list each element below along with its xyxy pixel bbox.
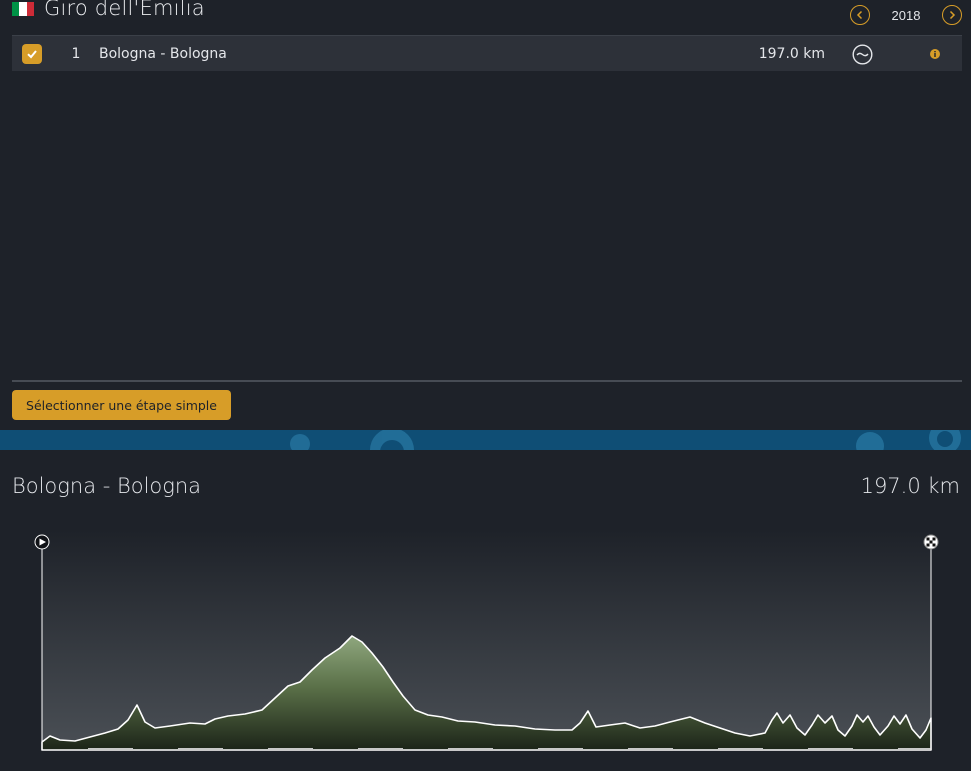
flag-white: [19, 2, 27, 16]
chevron-right-icon: [949, 10, 956, 20]
profile-title: Bologna - Bologna: [12, 474, 202, 498]
stage-distance: 197.0 km: [758, 45, 825, 62]
profile-distance: 197.0 km: [860, 474, 960, 498]
stage-list-panel: Giro dell'Emilia 2018 1 Bologna - Bologn…: [0, 0, 971, 430]
stage-row[interactable]: 1 Bologna - Bologna 197.0 km: [12, 35, 962, 71]
stage-profile-panel: Bologna - Bologna 197.0 km: [0, 450, 971, 771]
year-navigation: 2018: [850, 5, 962, 25]
banner-pattern: [290, 430, 961, 450]
profile-background: [42, 530, 931, 750]
decorative-banner: [0, 430, 971, 450]
next-year-button[interactable]: [942, 5, 962, 25]
info-icon[interactable]: [930, 49, 940, 59]
flag-green: [12, 2, 20, 16]
select-single-stage-button[interactable]: Sélectionner une étape simple: [12, 390, 231, 420]
chevron-left-icon: [856, 10, 863, 20]
flag-red: [26, 2, 34, 16]
divider: [12, 380, 962, 382]
year-label: 2018: [891, 7, 921, 23]
elevation-profile-chart: [34, 530, 939, 751]
italy-flag-icon: [12, 2, 34, 16]
checkered-flag-icon: [923, 534, 939, 550]
race-title: Giro dell'Emilia: [44, 0, 205, 20]
play-icon: [34, 534, 50, 550]
prev-year-button[interactable]: [850, 5, 870, 25]
checkmark-icon: [27, 50, 37, 59]
wave-terrain-icon: [852, 44, 873, 65]
stage-checkbox[interactable]: [22, 44, 42, 64]
stage-number: 1: [71, 45, 81, 62]
stage-name: Bologna - Bologna: [99, 45, 227, 62]
